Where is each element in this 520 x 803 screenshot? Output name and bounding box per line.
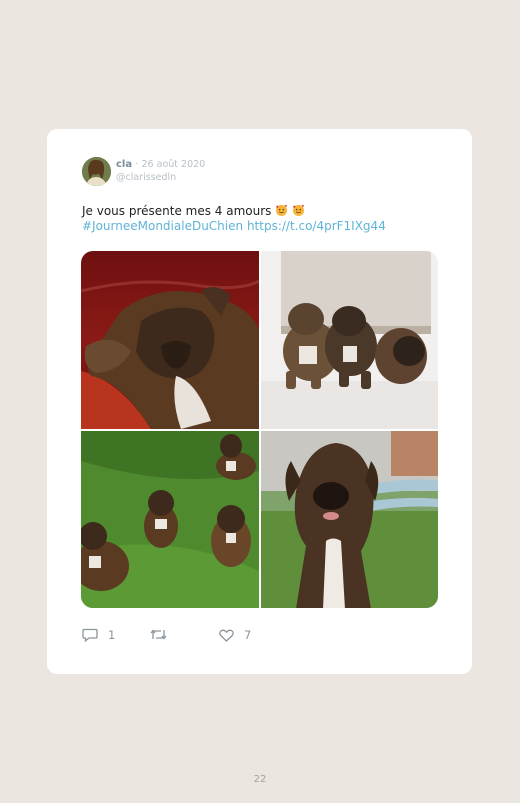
reply-button[interactable]: 1 [82, 628, 115, 642]
smiling-face-with-hearts-icon [292, 204, 305, 218]
author-name[interactable]: cla [116, 159, 132, 170]
reply-count: 1 [108, 628, 116, 642]
retweet-icon [150, 628, 167, 641]
author-line: cla · 26 août 2020 [116, 159, 205, 170]
tweet-date[interactable]: 26 août 2020 [142, 159, 206, 170]
like-count: 7 [244, 628, 252, 642]
page-number: 22 [253, 774, 267, 785]
author-handle[interactable]: @clarissedln [116, 172, 176, 183]
like-button[interactable]: 7 [219, 628, 251, 642]
photo-puppy-sleeping[interactable] [81, 251, 259, 429]
photo-grid [81, 251, 438, 608]
reply-icon [82, 628, 98, 642]
photo-puppies-on-lawn[interactable] [81, 431, 259, 608]
tweet-card: cla · 26 août 2020 @clarissedln Je vous … [47, 129, 472, 674]
smiling-face-with-hearts-icon [275, 204, 292, 218]
retweet-button[interactable] [150, 628, 177, 641]
hashtag-link[interactable]: #JourneeMondialeDuChien [82, 219, 243, 233]
tweet-text: Je vous présente mes 4 amours #JourneeMo… [82, 204, 442, 234]
tweet-body: Je vous présente mes 4 amours [82, 204, 272, 218]
avatar[interactable] [82, 157, 111, 186]
photo-puppy-portrait[interactable] [261, 431, 438, 608]
url-link[interactable]: https://t.co/4prF1IXg44 [247, 219, 386, 233]
photo-puppies-in-box[interactable] [261, 251, 438, 429]
heart-icon [219, 629, 234, 642]
separator: · [135, 159, 139, 170]
